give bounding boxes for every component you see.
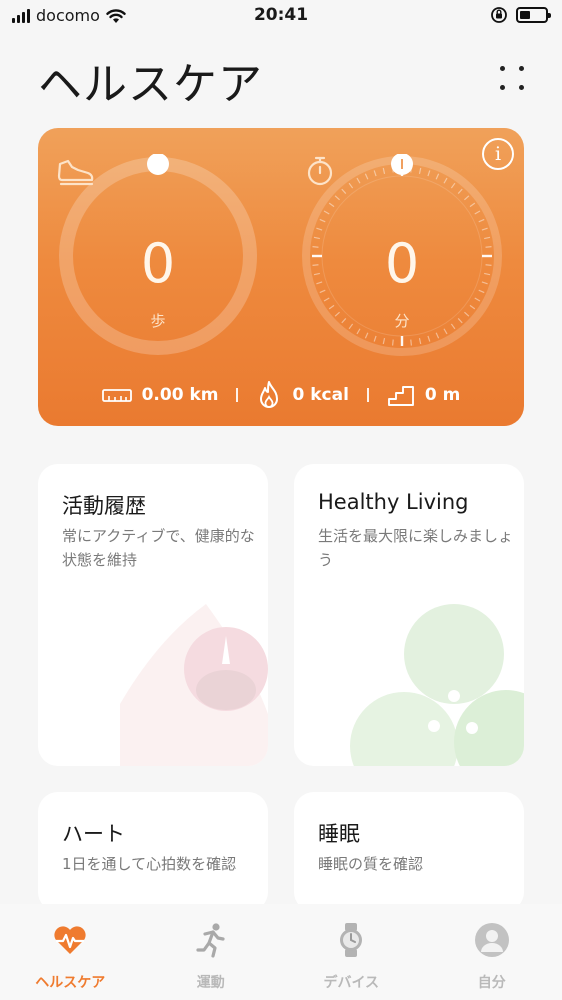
ring-tick xyxy=(469,202,476,208)
sleep-card[interactable]: 睡眠 睡眠の質を確認 xyxy=(294,792,524,912)
status-bar: docomo 20:41 xyxy=(0,0,562,34)
activity-history-title: 活動履歴 xyxy=(62,494,146,518)
page-title: ヘルスケア xyxy=(38,59,263,110)
metric-divider xyxy=(236,388,239,402)
dot-icon xyxy=(519,66,524,71)
watch-icon xyxy=(340,923,363,957)
exercise-minutes-ring[interactable]: 0 分 xyxy=(300,154,504,358)
ring-tick xyxy=(328,304,335,310)
ring-tick xyxy=(435,332,440,339)
sleep-title: 睡眠 xyxy=(318,822,360,846)
dot-icon xyxy=(500,66,505,71)
ring-tick xyxy=(464,195,470,201)
nav-item-me[interactable]: 自分 xyxy=(422,904,562,1000)
nav-label-healthcare: ヘルスケア xyxy=(35,975,106,991)
ring-tick xyxy=(391,339,394,346)
ring-tick xyxy=(364,173,369,180)
ring-tick xyxy=(418,167,422,174)
nav-label-exercise: 運動 xyxy=(196,975,225,991)
calories-metric: 0 kcal xyxy=(256,380,349,410)
ring-tick xyxy=(373,335,377,342)
heart-rate-card[interactable]: ハート 1日を通して心拍数を確認 xyxy=(38,792,268,912)
bottom-navigation: ヘルスケア 運動 デバイス 自分 xyxy=(0,904,562,1000)
ring-tick xyxy=(364,332,369,339)
dot-icon xyxy=(500,85,505,90)
profile-icon xyxy=(474,923,509,957)
heart-rate-description: 1日を通して心拍数を確認 xyxy=(62,855,237,873)
orientation-lock-icon xyxy=(491,7,507,23)
ring-tick xyxy=(435,173,440,180)
healthy-living-card[interactable]: Healthy Living 生活を最大限に楽しみましょう xyxy=(294,464,524,766)
ring-tick xyxy=(319,218,326,223)
minutes-unit: 分 xyxy=(394,312,410,330)
ring-tick xyxy=(474,210,481,215)
ring-tick xyxy=(356,177,361,184)
heart-rate-title: ハート xyxy=(62,822,125,846)
nav-item-exercise[interactable]: 運動 xyxy=(141,904,282,1000)
nav-label-devices: デバイス xyxy=(323,975,380,991)
activity-summary-card[interactable]: 0 歩 0 分 i 0.00 km 0 kcal 0 m xyxy=(38,128,524,426)
steps-value: 0 xyxy=(140,232,176,295)
status-right xyxy=(490,6,551,24)
calories-value: 0 kcal xyxy=(292,385,349,405)
minutes-value: 0 xyxy=(384,232,420,295)
stopwatch-icon xyxy=(307,156,333,186)
battery-icon xyxy=(516,7,551,23)
healthy-living-description: 生活を最大限に楽しみましょう xyxy=(318,527,514,569)
nav-item-devices[interactable]: デバイス xyxy=(281,904,422,1000)
healthy-living-title: Healthy Living xyxy=(318,490,469,514)
activity-metrics: 0.00 km 0 kcal 0 m xyxy=(38,380,524,410)
ring-tick xyxy=(427,170,431,177)
activity-history-card[interactable]: 活動履歴 常にアクティブで、健康的な状態を維持 xyxy=(38,464,268,766)
flame-icon xyxy=(260,381,279,408)
ring-tick xyxy=(323,210,330,215)
ring-tick xyxy=(450,182,456,189)
distance-metric: 0.00 km xyxy=(101,385,219,405)
stairs-icon xyxy=(387,386,414,406)
ring-tick xyxy=(443,177,448,184)
climb-metric: 0 m xyxy=(387,383,460,407)
ring-tick xyxy=(334,195,340,201)
climb-value: 0 m xyxy=(424,385,461,405)
ring-tick xyxy=(382,338,386,345)
more-options-button[interactable] xyxy=(500,66,526,92)
sleep-description: 睡眠の質を確認 xyxy=(318,855,424,873)
running-icon xyxy=(196,923,225,958)
info-button[interactable]: i xyxy=(482,138,514,170)
ring-tick xyxy=(478,218,485,223)
ring-tick xyxy=(348,182,354,189)
ring-tick xyxy=(410,339,413,346)
ring-tick xyxy=(382,167,386,174)
ring-tick xyxy=(474,297,481,302)
ring-tick xyxy=(323,297,330,302)
nav-label-me: 自分 xyxy=(477,975,506,991)
dot-icon xyxy=(519,85,524,90)
status-time: 20:41 xyxy=(253,5,309,25)
ring-tick xyxy=(418,338,422,345)
ring-tick xyxy=(469,304,476,310)
steps-ring[interactable]: 0 歩 xyxy=(56,154,260,358)
ring-tick xyxy=(427,335,431,342)
ring-tick xyxy=(328,202,335,208)
distance-value: 0.00 km xyxy=(141,385,219,405)
ruler-icon xyxy=(101,389,132,402)
activity-history-description: 常にアクティブで、健康的な状態を維持 xyxy=(62,527,255,569)
metric-divider xyxy=(366,388,369,402)
shoe-icon xyxy=(57,159,94,186)
ring-tick xyxy=(481,227,488,231)
nav-item-healthcare[interactable]: ヘルスケア xyxy=(0,904,141,1000)
ring-tick xyxy=(457,188,463,194)
ring-tick xyxy=(373,170,377,177)
steps-unit: 歩 xyxy=(150,312,166,330)
ring-tick xyxy=(316,227,323,231)
ring-tick xyxy=(341,188,347,194)
heart-pulse-icon xyxy=(54,926,86,954)
